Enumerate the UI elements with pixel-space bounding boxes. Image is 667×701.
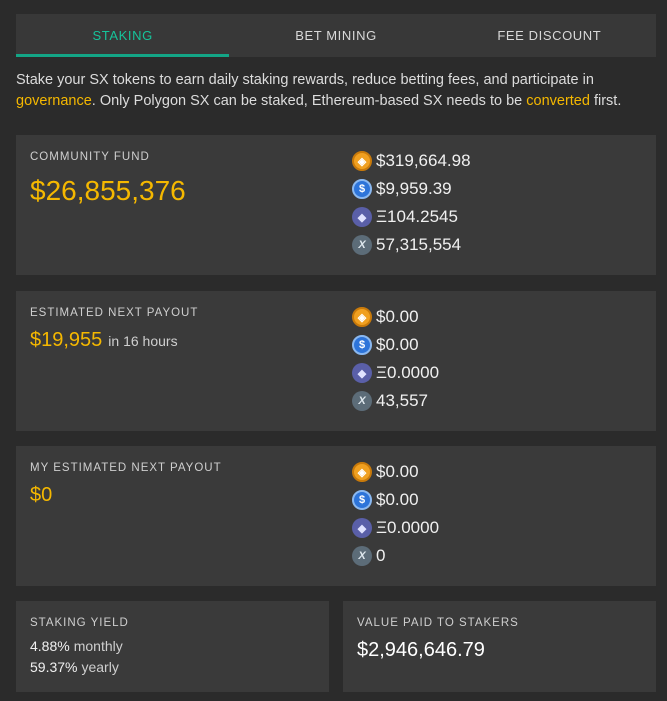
tab-bar: STAKING BET MINING FEE DISCOUNT	[16, 14, 656, 57]
next-payout-total-wrap: $19,955 in 16 hours	[30, 329, 178, 352]
community-fund-card: COMMUNITY FUND $26,855,376 ◈ $319,664.98 …	[16, 135, 656, 275]
yield-monthly-value: 4.88%	[30, 638, 70, 654]
converted-link[interactable]: converted	[526, 93, 590, 109]
yield-yearly: 59.37% yearly	[30, 657, 123, 678]
coin-value: $0.00	[376, 307, 419, 326]
next-payout-label: ESTIMATED NEXT PAYOUT	[30, 307, 199, 319]
coin-value: $0.00	[376, 462, 419, 481]
value-paid-card: VALUE PAID TO STAKERS $2,946,646.79	[343, 601, 656, 692]
usdc-icon: $	[352, 179, 372, 199]
coin-row-usdc: $ $0.00	[352, 486, 439, 514]
coin-value: 0	[376, 546, 386, 565]
next-payout-coins: ◈ $0.00 $ $0.00 ◆ Ξ0.0000 X 43,557	[352, 303, 439, 415]
coin-row-eth: ◆ Ξ104.2545	[352, 203, 471, 231]
yield-monthly: 4.88% monthly	[30, 636, 123, 657]
intro-part3: first.	[589, 93, 622, 109]
intro-part2: . Only Polygon SX can be staked, Ethereu…	[91, 93, 527, 109]
coin-row-usdc: $ $9,959.39	[352, 175, 471, 203]
coin-value: Ξ0.0000	[376, 518, 440, 537]
coin-row-sx: X 57,315,554	[352, 231, 471, 259]
coin-value: Ξ104.2545	[376, 207, 458, 226]
staking-yield-label: STAKING YIELD	[30, 617, 129, 629]
coin-row-dai: ◈ $0.00	[352, 303, 439, 331]
staking-page: STAKING BET MINING FEE DISCOUNT Stake yo…	[0, 0, 667, 701]
coin-row-dai: ◈ $319,664.98	[352, 147, 471, 175]
eth-icon: ◆	[352, 363, 372, 383]
tab-staking[interactable]: STAKING	[16, 14, 230, 57]
coin-row-sx: X 43,557	[352, 387, 439, 415]
eth-icon: ◆	[352, 207, 372, 227]
my-payout-label: MY ESTIMATED NEXT PAYOUT	[30, 462, 222, 474]
sx-icon: X	[352, 235, 372, 255]
sx-icon: X	[352, 391, 372, 411]
dai-icon: ◈	[352, 307, 372, 327]
community-fund-coins: ◈ $319,664.98 $ $9,959.39 ◆ Ξ104.2545 X 57,3…	[352, 147, 471, 259]
coin-row-dai: ◈ $0.00	[352, 458, 439, 486]
coin-value: $319,664.98	[376, 151, 471, 170]
my-payout-card: MY ESTIMATED NEXT PAYOUT $0 ◈ $0.00 $ $0.0…	[16, 446, 656, 586]
yield-monthly-unit: monthly	[73, 638, 123, 654]
my-payout-coins: ◈ $0.00 $ $0.00 ◆ Ξ0.0000 X0	[352, 458, 439, 570]
sx-icon: X	[352, 546, 372, 566]
yield-yearly-unit: yearly	[81, 659, 119, 675]
dai-icon: ◈	[352, 151, 372, 171]
dai-icon: ◈	[352, 462, 372, 482]
coin-row-eth: ◆ Ξ0.0000	[352, 359, 439, 387]
next-payout-time: in 16 hours	[108, 333, 178, 349]
usdc-icon: $	[352, 490, 372, 510]
coin-row-usdc: $ $0.00	[352, 331, 439, 359]
coin-value: $0.00	[376, 335, 419, 354]
usdc-icon: $	[352, 335, 372, 355]
value-paid-amount: $2,946,646.79	[357, 639, 485, 661]
coin-value: 43,557	[376, 391, 428, 410]
eth-icon: ◆	[352, 518, 372, 538]
community-fund-label: COMMUNITY FUND	[30, 151, 150, 163]
coin-value: Ξ0.0000	[376, 363, 440, 382]
yield-yearly-value: 59.37%	[30, 659, 78, 675]
governance-link[interactable]: governance	[16, 93, 92, 109]
next-payout-card: ESTIMATED NEXT PAYOUT $19,955 in 16 hours…	[16, 291, 656, 431]
tab-fee-discount[interactable]: FEE DISCOUNT	[443, 14, 656, 57]
next-payout-total: $19,955	[30, 329, 103, 351]
coin-value: $9,959.39	[376, 179, 452, 198]
coin-value: 57,315,554	[376, 235, 462, 254]
coin-value: $0.00	[376, 490, 419, 509]
tab-bet-mining[interactable]: BET MINING	[229, 14, 442, 57]
value-paid-label: VALUE PAID TO STAKERS	[357, 617, 519, 629]
staking-yield-values: 4.88% monthly 59.37% yearly	[30, 636, 123, 678]
coin-row-sx: X0	[352, 542, 439, 570]
staking-yield-card: STAKING YIELD 4.88% monthly 59.37% yearly	[16, 601, 329, 692]
community-fund-total: $26,855,376	[30, 175, 186, 206]
coin-row-eth: ◆ Ξ0.0000	[352, 514, 439, 542]
intro-part1: Stake your SX tokens to earn daily staki…	[16, 72, 594, 88]
my-payout-total: $0	[30, 484, 53, 506]
intro-text: Stake your SX tokens to earn daily staki…	[16, 70, 656, 112]
